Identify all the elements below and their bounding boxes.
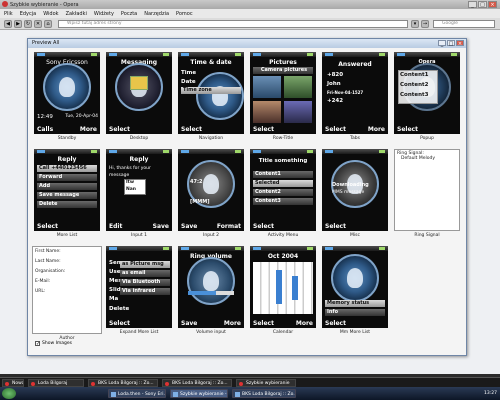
dialog-maximize-button[interactable]: □: [447, 40, 455, 47]
minimize-button[interactable]: _: [468, 1, 477, 8]
menu-bookmarks[interactable]: Zakładki: [66, 11, 87, 17]
address-field[interactable]: Wpisz tutaj adres strony: [58, 20, 408, 28]
preview-label: Standby: [57, 136, 77, 141]
dialog-title: Preview All: [28, 39, 466, 48]
back-icon[interactable]: ◀: [4, 20, 12, 28]
preview-expand-more-list[interactable]: Sen Use Mes Slid Ma Delete as Picture ms…: [104, 246, 174, 339]
menu-tools[interactable]: Narzędzia: [144, 11, 169, 17]
preview-misc[interactable]: Downloading MMS message Select Misc: [320, 149, 390, 242]
preview-calendar[interactable]: Oct 2004 Select More Calendar: [248, 246, 318, 339]
home-icon[interactable]: ⌂: [44, 20, 52, 28]
window-titlebar: Szybkie wybieranie - Opera _ □ ×: [0, 0, 500, 9]
dialog-close-button[interactable]: ×: [456, 40, 464, 47]
close-button[interactable]: ×: [488, 1, 497, 8]
system-clock: 13:27: [484, 391, 497, 396]
preview-tabs[interactable]: Answered +820 John Fri-Nov-04-1527 +242 …: [320, 52, 390, 145]
checkbox-check-icon[interactable]: ✓: [35, 341, 40, 347]
preview-input-2[interactable]: 47:2 [MMM] Save Format Input 2: [176, 149, 246, 242]
task-bks-1[interactable]: BKS Loda Bilgoraj :: Zo...: [88, 379, 158, 387]
preview-popup[interactable]: Opera Content1 Content2 Content3 Select …: [392, 52, 462, 145]
preview-input-1[interactable]: Reply Hi, thanks for your message Itw Na…: [104, 149, 174, 242]
preview-row-title[interactable]: Pictures Camera pictures Select Row-Titl…: [248, 52, 318, 145]
preview-mm-more-list[interactable]: Memory status Info Select Mm More List: [320, 246, 390, 339]
taskbar-upper: Nowa Loda Bilgoraj BKS Loda Bilgoraj :: …: [0, 377, 500, 387]
task-szybkie[interactable]: Szybkie wybieranie: [236, 379, 296, 387]
preview-desktop[interactable]: Messaging Select Desktop: [104, 52, 174, 145]
preview-volume-input[interactable]: Ring volume Save More Volume input: [176, 246, 246, 339]
navigation-toolbar: ◀ ▶ ↻ ✕ ⌂ Wpisz tutaj adres strony ▾ → G…: [0, 18, 500, 30]
preview-author[interactable]: First Name: Last Name: Organisation: E-M…: [32, 246, 102, 341]
preview-dialog: Preview All _ □ × Sony Ericsson 12:49 Tu…: [27, 38, 467, 356]
search-field[interactable]: Google: [433, 20, 495, 28]
menu-help[interactable]: Pomoc: [176, 11, 193, 17]
dropdown-icon[interactable]: ▾: [411, 20, 419, 28]
menu-edit[interactable]: Edycja: [20, 11, 37, 17]
preview-more-list[interactable]: Reply Call +440123456 Forward Add Save m…: [32, 149, 102, 242]
task-loda[interactable]: Loda Bilgoraj: [28, 379, 84, 387]
menu-file[interactable]: Plik: [4, 11, 13, 17]
window-title: Szybkie wybieranie - Opera: [10, 1, 79, 8]
maximize-button[interactable]: □: [478, 1, 487, 8]
show-images-checkbox[interactable]: ✓ Show Images: [35, 341, 72, 347]
windows-taskbar: Loda.then - Sony Eri... Szybkie wybieran…: [0, 387, 500, 400]
start-button[interactable]: [2, 388, 16, 399]
go-icon[interactable]: →: [421, 20, 429, 28]
preview-activity-menu[interactable]: Title something Content1 Selected Conten…: [248, 149, 318, 242]
menu-view[interactable]: Widok: [43, 11, 58, 17]
menu-widgets[interactable]: Widżety: [94, 11, 114, 17]
menu-bar: Plik Edycja Widok Zakładki Widżety Poczt…: [0, 9, 500, 18]
task-bks-2[interactable]: BKS Loda Bilgoraj :: Zo...: [162, 379, 232, 387]
phone-screen: Sony Ericsson 12:49 Tue, 20-Apr-04 Calls…: [34, 52, 100, 134]
preview-navigation[interactable]: Time & date Time Date Time zone Select N…: [176, 52, 246, 145]
opera-icon: [2, 1, 8, 7]
preview-ring-signal[interactable]: Ring Signal: Default Melody Ring Signal: [392, 149, 462, 242]
task-nowa[interactable]: Nowa: [2, 379, 24, 387]
task-szybkie-active[interactable]: Szybkie wybieranie -...: [170, 389, 228, 398]
forward-icon[interactable]: ▶: [14, 20, 22, 28]
task-loda-sony[interactable]: Loda.then - Sony Eri...: [108, 389, 166, 398]
stop-icon[interactable]: ✕: [34, 20, 42, 28]
preview-standby[interactable]: Sony Ericsson 12:49 Tue, 20-Apr-04 Calls…: [32, 52, 102, 145]
reload-icon[interactable]: ↻: [24, 20, 32, 28]
task-bks[interactable]: BKS Loda Bilgoraj :: Zo...: [232, 389, 296, 398]
menu-mail[interactable]: Poczta: [121, 11, 137, 17]
dialog-minimize-button[interactable]: _: [438, 40, 446, 47]
